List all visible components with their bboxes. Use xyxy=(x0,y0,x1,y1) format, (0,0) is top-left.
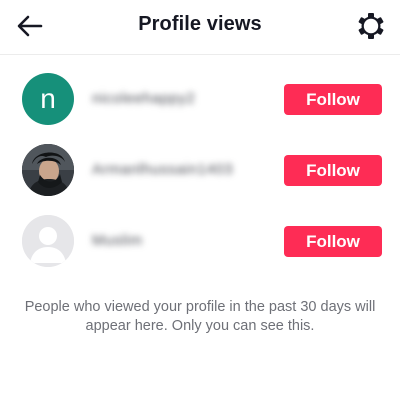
follow-button[interactable]: Follow xyxy=(284,155,382,186)
avatar-initial: n xyxy=(40,83,56,114)
settings-button[interactable] xyxy=(354,9,388,43)
default-avatar-icon xyxy=(22,215,74,267)
avatar[interactable] xyxy=(22,144,74,196)
viewer-row[interactable]: Armanlhussain1403 Follow xyxy=(0,135,400,205)
avatar[interactable] xyxy=(22,215,74,267)
username[interactable]: nicoleehappy2 xyxy=(92,90,195,107)
avatar[interactable]: n xyxy=(22,73,74,125)
follow-button[interactable]: Follow xyxy=(284,84,382,115)
privacy-note: People who viewed your profile in the pa… xyxy=(24,299,376,334)
username[interactable]: Muslim xyxy=(92,232,143,249)
username[interactable]: Armanlhussain1403 xyxy=(92,161,233,178)
page-title: Profile views xyxy=(138,13,262,35)
viewer-row[interactable]: Muslim Follow xyxy=(0,206,400,276)
gear-icon xyxy=(358,13,384,39)
top-bar: Profile views xyxy=(0,0,400,55)
profile-photo xyxy=(22,144,74,196)
viewer-row[interactable]: n nicoleehappy2 Follow xyxy=(0,64,400,134)
follow-button[interactable]: Follow xyxy=(284,226,382,257)
